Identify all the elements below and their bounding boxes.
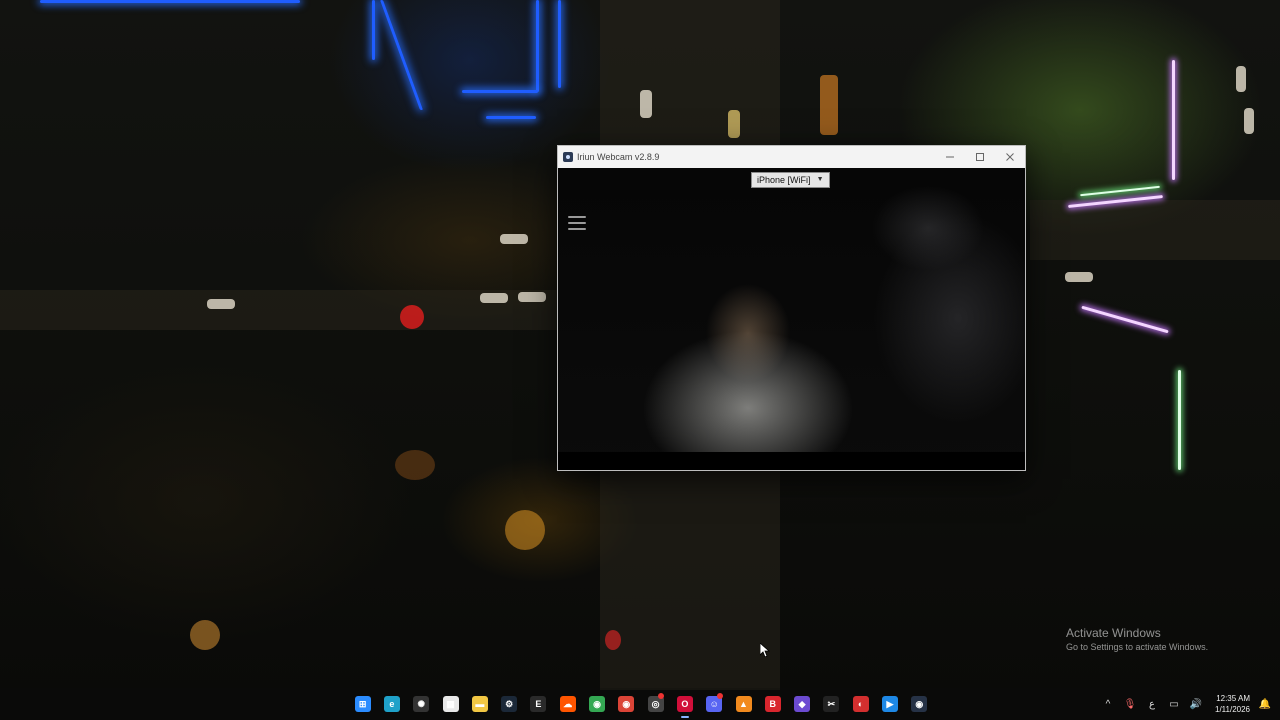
taskbar-app-button[interactable]: ▬ xyxy=(465,688,494,720)
chrome-icon: ◉ xyxy=(589,696,606,712)
minimize-button[interactable] xyxy=(935,146,965,168)
notification-badge xyxy=(716,693,723,699)
clock-time: 12:35 AM xyxy=(1216,694,1250,703)
window-title: Iriun Webcam v2.8.9 xyxy=(577,152,660,162)
volume-icon[interactable]: 🔊 xyxy=(1189,699,1203,710)
microphone-icon[interactable]: 🎙 xyxy=(1123,699,1137,710)
opera-gx-icon: O xyxy=(676,696,693,712)
taskbar-app-button[interactable]: e xyxy=(377,688,406,720)
clock-date: 1/11/2026 xyxy=(1215,705,1250,714)
close-button[interactable] xyxy=(995,146,1025,168)
preview-bottom-bar xyxy=(558,452,1025,470)
iriun-webcam-window[interactable]: Iriun Webcam v2.8.9 iPhone [WiFi] ▼ xyxy=(557,145,1026,471)
system-tray: ^ 🎙 ع ▭ 🔊 12:35 AM 1/11/2026 🔔 xyxy=(1101,688,1272,720)
taskbar-app-button[interactable]: ✺ xyxy=(407,688,436,720)
taskbar-app-button[interactable]: ▦ xyxy=(436,688,465,720)
minimize-icon xyxy=(946,156,954,158)
taskbar-app-button[interactable]: ◉ xyxy=(612,688,641,720)
taskbar-app-button[interactable]: ◆ xyxy=(787,688,816,720)
bandicam-icon: B xyxy=(764,696,781,712)
taskbar-app-button[interactable]: ▶ xyxy=(875,688,904,720)
edge-icon: e xyxy=(383,696,400,712)
activate-windows-watermark: Activate Windows Go to Settings to activ… xyxy=(1066,626,1208,652)
taskbar-app-button[interactable]: ✂ xyxy=(817,688,846,720)
vlc-icon: ▲ xyxy=(735,696,752,712)
device-dropdown[interactable]: iPhone [WiFi] ▼ xyxy=(751,172,830,188)
visual-studio-icon: ◆ xyxy=(794,696,811,712)
watermark-title: Activate Windows xyxy=(1066,626,1161,640)
chevron-down-icon: ▼ xyxy=(816,176,824,183)
taskbar-clock[interactable]: 12:35 AM 1/11/2026 xyxy=(1215,693,1250,715)
start-icon: ⊞ xyxy=(354,696,371,712)
app-red-icon: ◐ xyxy=(852,696,869,712)
store-icon: ▦ xyxy=(442,696,459,712)
taskbar-app-button[interactable]: ◎ xyxy=(641,688,670,720)
close-icon xyxy=(1006,153,1014,161)
file-explorer-icon: ▬ xyxy=(471,696,488,712)
taskbar-app-button[interactable]: ◉ xyxy=(582,688,611,720)
taskbar-app-button[interactable]: B xyxy=(758,688,787,720)
epic-games-icon: E xyxy=(530,696,547,712)
show-hidden-icons-chevron-icon[interactable]: ^ xyxy=(1101,699,1115,710)
taskbar-app-button[interactable]: ☁ xyxy=(553,688,582,720)
soundcloud-icon: ☁ xyxy=(559,696,576,712)
camera-feed-image xyxy=(558,168,1025,470)
language-indicator-icon[interactable]: ع xyxy=(1145,699,1159,710)
chrome-profile-icon: ◉ xyxy=(618,696,635,712)
taskbar-app-button[interactable]: ▲ xyxy=(729,688,758,720)
watermark-subtitle: Go to Settings to activate Windows. xyxy=(1066,642,1209,652)
maximize-icon xyxy=(976,153,984,161)
taskbar-app-button[interactable]: ⊞ xyxy=(348,688,377,720)
network-icon[interactable]: ▭ xyxy=(1167,699,1181,710)
device-dropdown-value: iPhone [WiFi] xyxy=(757,175,811,185)
taskbar-app-button[interactable]: ◉ xyxy=(905,688,934,720)
menu-icon[interactable] xyxy=(568,216,586,230)
taskbar-app-button[interactable]: ☺ xyxy=(700,688,729,720)
taskbar-app-button[interactable]: ⚙ xyxy=(494,688,523,720)
notification-bell-icon[interactable]: 🔔 xyxy=(1258,699,1272,710)
iriun-app-icon xyxy=(563,152,573,162)
taskbar-app-button[interactable]: E xyxy=(524,688,553,720)
app-blue-icon: ▶ xyxy=(881,696,898,712)
taskbar-pinned-apps: ⊞ e ✺ ▦ ▬ ⚙ E ☁ ◉ ◉ ◎ O ☺ ▲ B ◆ ✂ ◐ ▶ ◉ xyxy=(348,688,934,720)
capcut-icon: ✂ xyxy=(823,696,840,712)
taskbar: ⊞ e ✺ ▦ ▬ ⚙ E ☁ ◉ ◉ ◎ O ☺ ▲ B ◆ ✂ ◐ ▶ ◉ ^ 🎙 ع ▭ 🔊 12:35 AM … xyxy=(0,688,1280,720)
mouse-cursor-icon xyxy=(760,643,770,657)
steelseries-icon: ✺ xyxy=(413,696,430,712)
maximize-button[interactable] xyxy=(965,146,995,168)
taskbar-app-button[interactable]: ◐ xyxy=(846,688,875,720)
steam-icon: ⚙ xyxy=(501,696,518,712)
window-titlebar[interactable]: Iriun Webcam v2.8.9 xyxy=(558,146,1025,168)
taskbar-app-button[interactable]: O xyxy=(670,688,699,720)
camera-preview: iPhone [WiFi] ▼ xyxy=(558,168,1025,470)
iriun-webcam-icon: ◉ xyxy=(911,696,928,712)
